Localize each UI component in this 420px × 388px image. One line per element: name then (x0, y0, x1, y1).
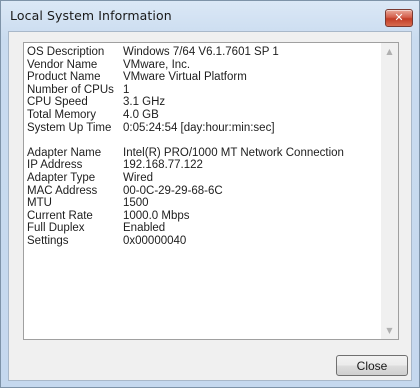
info-value: 1 (123, 83, 130, 96)
info-label: IP Address (27, 159, 83, 172)
info-row-full-duplex: Full Duplex Enabled (27, 222, 344, 235)
info-value: Enabled (123, 222, 166, 235)
info-row-cpu-speed: CPU Speed 3.1 GHz (27, 96, 344, 109)
info-value: 0:05:24:54 [day:hour:min:sec] (123, 121, 275, 134)
info-label: Full Duplex (27, 222, 85, 235)
info-label: Total Memory (27, 108, 97, 121)
info-label: MTU (27, 197, 52, 210)
scroll-up-arrow-icon[interactable]: ▲ (381, 43, 398, 60)
scroll-down-arrow-icon[interactable]: ▼ (381, 322, 398, 339)
info-label: Adapter Name (27, 146, 102, 159)
info-row-current-rate: Current Rate 1000.0 Mbps (27, 210, 344, 223)
info-value: 00-0C-29-29-68-6C (123, 184, 223, 197)
info-row-mtu: MTU 1500 (27, 197, 344, 210)
info-row-number-of-cpus: Number of CPUs 1 (27, 84, 344, 97)
info-label: OS Description (27, 46, 105, 58)
info-label: MAC Address (27, 184, 98, 197)
vertical-scrollbar[interactable]: ▲ ▼ (381, 43, 398, 339)
info-content: OS Description Windows 7/64 V6.1.7601 SP … (27, 46, 344, 248)
info-label: System Up Time (27, 121, 112, 134)
info-value: Intel(R) PRO/1000 MT Network Connection (123, 146, 344, 159)
info-label: Product Name (27, 71, 101, 84)
info-row-os-description: OS Description Windows 7/64 V6.1.7601 SP … (27, 46, 344, 59)
info-value: Windows 7/64 V6.1.7601 SP 1 (123, 46, 279, 58)
info-value: 1500 (123, 197, 149, 210)
title-close-button[interactable]: ✕ (385, 9, 413, 27)
dialog-client-area: OS Description Windows 7/64 V6.1.7601 SP … (8, 31, 412, 381)
info-value: 192.168.77.122 (123, 159, 203, 172)
info-label: CPU Speed (27, 96, 88, 109)
info-value: VMware Virtual Platform (123, 71, 247, 84)
info-row-ip-address: IP Address 192.168.77.122 (27, 159, 344, 172)
info-label: Settings (27, 234, 69, 247)
title-bar[interactable]: Local System Information ✕ (1, 1, 419, 31)
info-label: Number of CPUs (27, 83, 114, 96)
info-value: 4.0 GB (123, 108, 159, 121)
info-row-vendor-name: Vendor Name VMware, Inc. (27, 59, 344, 72)
info-row-product-name: Product Name VMware Virtual Platform (27, 71, 344, 84)
info-row-system-up-time: System Up Time 0:05:24:54 [day:hour:min:s… (27, 122, 344, 135)
info-label: Adapter Type (27, 171, 96, 184)
info-value: 0x00000040 (123, 234, 187, 247)
info-value: VMware, Inc. (123, 58, 191, 71)
window-title: Local System Information (10, 8, 172, 23)
info-row-adapter-name: Adapter Name Intel(R) PRO/1000 MT Network… (27, 147, 344, 160)
dialog-window: Local System Information ✕ OS Descriptio… (0, 0, 420, 388)
info-text-box[interactable]: OS Description Windows 7/64 V6.1.7601 SP … (23, 42, 399, 340)
info-row-mac-address: MAC Address 00-0C-29-29-68-6C (27, 185, 344, 198)
info-label: Current Rate (27, 209, 93, 222)
info-row-settings: Settings 0x00000040 (27, 235, 344, 248)
info-label: Vendor Name (27, 58, 98, 71)
close-icon: ✕ (394, 11, 404, 24)
info-row-adapter-type: Adapter Type Wired (27, 172, 344, 185)
info-value: 3.1 GHz (123, 96, 166, 109)
close-button[interactable]: Close (336, 355, 408, 376)
info-row-total-memory: Total Memory 4.0 GB (27, 109, 344, 122)
info-value: Wired (123, 171, 154, 184)
info-value: 1000.0 Mbps (123, 209, 190, 222)
